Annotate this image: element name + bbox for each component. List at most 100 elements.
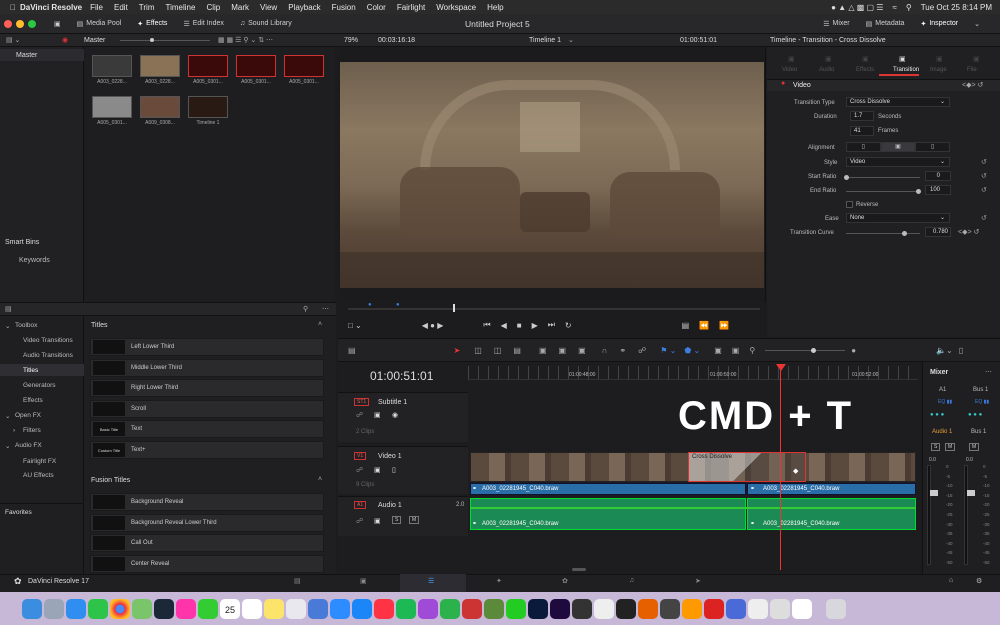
clock[interactable]: Tue Oct 25 8:14 PM (921, 3, 992, 12)
timeline-zoom-slider[interactable] (765, 347, 846, 353)
cut-page-icon[interactable]: ▣ (360, 577, 367, 585)
ease-dropdown[interactable]: None ⌄ (846, 213, 950, 223)
menu-file[interactable]: File (90, 3, 103, 12)
menu-workspace[interactable]: Workspace (436, 3, 476, 12)
close-window-icon[interactable] (4, 19, 12, 28)
tree-filters[interactable]: Filters (23, 427, 41, 434)
loop-icon[interactable]: ↻ (565, 321, 572, 330)
davinci-resolve-icon[interactable] (660, 598, 680, 619)
tree-audio-fx[interactable]: Audio FX (15, 442, 42, 449)
chrome-icon[interactable] (110, 598, 130, 619)
viewer-image[interactable] (340, 62, 764, 288)
menu-color[interactable]: Color (367, 3, 386, 12)
transition-curve-slider[interactable] (846, 231, 920, 236)
tree-video-transitions[interactable]: Video Transitions (23, 337, 73, 344)
monitor-icon[interactable]: ▣ (46, 20, 69, 28)
stop-icon[interactable]: ■ (517, 321, 522, 330)
duration-frames-field[interactable]: 41 (850, 126, 874, 136)
spotify-icon[interactable] (396, 598, 416, 619)
end-ratio-field[interactable]: 100 (925, 185, 951, 195)
zoom-detail-icon[interactable]: ▣ (732, 346, 740, 355)
reset-ease-icon[interactable]: ↺ (981, 214, 987, 222)
keynote-icon[interactable] (308, 598, 328, 619)
dynamic-trim-icon[interactable]: ◫ (494, 346, 502, 355)
inspector-tab-transition[interactable]: Transition (893, 67, 919, 73)
video-track-id[interactable]: V1 (354, 452, 367, 460)
chevron-down-icon[interactable]: ⌄ (5, 322, 10, 330)
bus-mute-button[interactable]: M (969, 443, 980, 451)
documents-icon[interactable] (792, 598, 812, 619)
inspector-tab-video[interactable]: Video (782, 67, 797, 73)
media-clip[interactable]: A005_0301... (236, 55, 276, 91)
tree-effects[interactable]: Effects (23, 397, 43, 404)
reminders-icon[interactable] (242, 598, 262, 619)
a1-fader[interactable] (930, 490, 938, 496)
media-clip[interactable]: A003_0228... (140, 55, 180, 91)
minimize-window-icon[interactable] (16, 19, 24, 28)
media-page-icon[interactable]: ▤ (294, 577, 301, 585)
panel-toggle-icon[interactable]: ▤ ⌄ (6, 36, 20, 44)
lock-track-icon[interactable]: ☍ (356, 517, 363, 525)
sound-library-button[interactable]: ♫ Sound Library (232, 20, 300, 27)
maps-icon[interactable] (132, 598, 152, 619)
news-icon[interactable] (374, 598, 394, 619)
title-item[interactable]: Scroll (90, 399, 324, 418)
media-clip[interactable]: A005_0301... (284, 55, 324, 91)
menu-playback[interactable]: Playback (288, 3, 320, 12)
files-icon[interactable] (286, 598, 306, 619)
inspector-tab-audio[interactable]: Audio (819, 67, 834, 73)
fusion-title-item[interactable]: Call Out (90, 534, 324, 553)
reset-end-ratio-icon[interactable]: ↺ (981, 186, 987, 194)
media-clip[interactable]: A009_0308... (140, 96, 180, 132)
timeline-selector[interactable]: Timeline 1 (529, 37, 561, 44)
mixer-button[interactable]: ☰ Mixer (815, 20, 857, 28)
view-icons[interactable]: ▦ ▦ ☰ ⚲ ⌄ ⇅ ⋯ (218, 36, 273, 44)
media-clip[interactable]: A005_0301... (188, 55, 228, 91)
trash-icon[interactable] (826, 598, 846, 619)
photos-icon[interactable] (176, 598, 196, 619)
menu-timeline[interactable]: Timeline (166, 3, 196, 12)
effects-search-icon[interactable]: ⚲ (303, 305, 308, 313)
photoshop-icon[interactable] (528, 598, 548, 619)
inspector-tab-effects[interactable]: Effects (856, 67, 874, 73)
align-end-button[interactable]: ▯ (915, 142, 951, 152)
skip-back-icon[interactable]: ⏮ (483, 320, 490, 330)
reset-section-icon[interactable]: <◆> ↺ (962, 81, 983, 89)
stack-folder-icon[interactable] (748, 598, 768, 619)
scribd-icon[interactable] (682, 598, 702, 619)
chevron-down-icon[interactable]: ⌄ (568, 36, 574, 44)
media-clip[interactable]: A003_0228... (92, 55, 132, 91)
tree-au-effects[interactable]: AU Effects (23, 472, 54, 479)
subtitle-track-id[interactable]: ST1 (354, 398, 370, 406)
app-store-icon[interactable] (352, 598, 372, 619)
chevron-up-icon[interactable]: ˄ (318, 476, 322, 483)
blade-tool-icon[interactable]: ▤ (513, 346, 521, 355)
end-ratio-slider[interactable] (846, 189, 921, 194)
play-reverse-icon[interactable]: ◀ (501, 321, 507, 330)
flag-icon[interactable]: ⚑ ⌄ (660, 346, 676, 355)
reset-start-ratio-icon[interactable]: ↺ (981, 172, 987, 180)
numbers-icon[interactable] (440, 598, 460, 619)
menu-trim[interactable]: Trim (139, 3, 155, 12)
mute-button[interactable]: M (409, 516, 420, 524)
robinhood-icon[interactable] (506, 598, 526, 619)
timeline-scrollbar[interactable] (572, 568, 586, 571)
tree-fairlight-fx[interactable]: Fairlight FX (23, 458, 56, 465)
style-dropdown[interactable]: Video ⌄ (846, 157, 950, 167)
keywords-bin[interactable]: Keywords (19, 257, 50, 264)
zoom-full-icon[interactable]: ▣ (714, 346, 722, 355)
overwrite-icon[interactable]: ▣ (559, 346, 567, 355)
alignment-selector[interactable]: ▯ ▣ ▯ (846, 142, 951, 152)
zoom-custom-icon[interactable]: ⚲ (749, 346, 755, 355)
section-enable-dot[interactable]: ● (781, 80, 785, 87)
trim-tool-icon[interactable]: ◫ (474, 346, 482, 355)
fusion-page-icon[interactable]: ✦ (496, 577, 502, 585)
mixer-solo-button[interactable]: S (931, 443, 941, 451)
fusion-title-item[interactable]: Background Reveal Lower Third (90, 513, 324, 532)
title-item[interactable]: Right Lower Third (90, 379, 324, 398)
title-item[interactable]: Basic Title Text (90, 420, 324, 439)
timeline-ruler[interactable] (468, 366, 918, 380)
lock-track-icon[interactable]: ☍ (356, 466, 363, 474)
launchpad-icon[interactable] (44, 598, 64, 619)
insert-icon[interactable]: ▣ (539, 346, 547, 355)
